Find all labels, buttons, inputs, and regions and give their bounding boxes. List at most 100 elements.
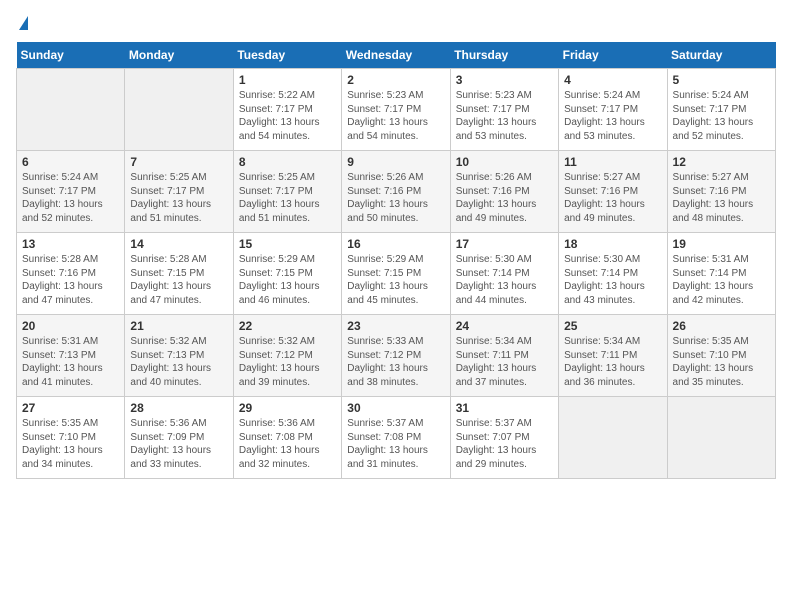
week-row-3: 13 Sunrise: 5:28 AM Sunset: 7:16 PM Dayli… — [17, 233, 776, 315]
day-detail: Sunrise: 5:26 AM Sunset: 7:16 PM Dayligh… — [347, 171, 444, 225]
day-number: 25 — [564, 319, 661, 333]
column-header-friday: Friday — [559, 42, 667, 69]
day-number: 22 — [239, 319, 336, 333]
header-row: SundayMondayTuesdayWednesdayThursdayFrid… — [17, 42, 776, 69]
day-cell: 1 Sunrise: 5:22 AM Sunset: 7:17 PM Daylig… — [233, 69, 341, 151]
day-number: 5 — [673, 73, 770, 87]
day-detail: Sunrise: 5:32 AM Sunset: 7:13 PM Dayligh… — [130, 335, 227, 389]
week-row-4: 20 Sunrise: 5:31 AM Sunset: 7:13 PM Dayli… — [17, 315, 776, 397]
day-cell — [17, 69, 125, 151]
day-number: 23 — [347, 319, 444, 333]
day-cell: 30Sunrise: 5:37 AM Sunset: 7:08 PM Dayli… — [342, 397, 450, 479]
day-detail: Sunrise: 5:23 AM Sunset: 7:17 PM Dayligh… — [456, 89, 553, 143]
day-cell: 26 Sunrise: 5:35 AM Sunset: 7:10 PM Dayli… — [667, 315, 775, 397]
day-cell: 27 Sunrise: 5:35 AM Sunset: 7:10 PM Dayli… — [17, 397, 125, 479]
day-detail: Sunrise: 5:34 AM Sunset: 7:11 PM Dayligh… — [564, 335, 661, 389]
day-cell: 9 Sunrise: 5:26 AM Sunset: 7:16 PM Daylig… — [342, 151, 450, 233]
column-header-thursday: Thursday — [450, 42, 558, 69]
day-number: 31 — [456, 401, 553, 415]
day-number: 20 — [22, 319, 119, 333]
day-detail: Sunrise: 5:28 AM Sunset: 7:16 PM Dayligh… — [22, 253, 119, 307]
day-number: 9 — [347, 155, 444, 169]
day-cell: 14Sunrise: 5:28 AM Sunset: 7:15 PM Dayli… — [125, 233, 233, 315]
day-cell: 23 Sunrise: 5:33 AM Sunset: 7:12 PM Dayli… — [342, 315, 450, 397]
day-cell: 6 Sunrise: 5:24 AM Sunset: 7:17 PM Daylig… — [17, 151, 125, 233]
day-number: 15 — [239, 237, 336, 251]
day-cell: 4 Sunrise: 5:24 AM Sunset: 7:17 PM Daylig… — [559, 69, 667, 151]
day-detail: Sunrise: 5:29 AM Sunset: 7:15 PM Dayligh… — [239, 253, 336, 307]
day-detail: Sunrise: 5:36 AM Sunset: 7:08 PM Dayligh… — [239, 417, 336, 471]
logo — [16, 16, 28, 32]
day-detail: Sunrise: 5:31 AM Sunset: 7:13 PM Dayligh… — [22, 335, 119, 389]
day-detail: Sunrise: 5:23 AM Sunset: 7:17 PM Dayligh… — [347, 89, 444, 143]
day-cell: 7 Sunrise: 5:25 AM Sunset: 7:17 PM Daylig… — [125, 151, 233, 233]
day-number: 4 — [564, 73, 661, 87]
day-detail: Sunrise: 5:25 AM Sunset: 7:17 PM Dayligh… — [239, 171, 336, 225]
day-cell: 28 Sunrise: 5:36 AM Sunset: 7:09 PM Dayli… — [125, 397, 233, 479]
day-detail: Sunrise: 5:34 AM Sunset: 7:11 PM Dayligh… — [456, 335, 553, 389]
day-number: 29 — [239, 401, 336, 415]
day-cell: 13 Sunrise: 5:28 AM Sunset: 7:16 PM Dayli… — [17, 233, 125, 315]
day-number: 18 — [564, 237, 661, 251]
day-number: 7 — [130, 155, 227, 169]
day-detail: Sunrise: 5:26 AM Sunset: 7:16 PM Dayligh… — [456, 171, 553, 225]
day-cell — [667, 397, 775, 479]
day-cell: 12Sunrise: 5:27 AM Sunset: 7:16 PM Dayli… — [667, 151, 775, 233]
day-cell: 22 Sunrise: 5:32 AM Sunset: 7:12 PM Dayli… — [233, 315, 341, 397]
week-row-1: 1 Sunrise: 5:22 AM Sunset: 7:17 PM Daylig… — [17, 69, 776, 151]
day-number: 1 — [239, 73, 336, 87]
day-number: 27 — [22, 401, 119, 415]
day-cell: 10 Sunrise: 5:26 AM Sunset: 7:16 PM Dayli… — [450, 151, 558, 233]
day-detail: Sunrise: 5:30 AM Sunset: 7:14 PM Dayligh… — [564, 253, 661, 307]
day-detail: Sunrise: 5:31 AM Sunset: 7:14 PM Dayligh… — [673, 253, 770, 307]
day-cell: 8 Sunrise: 5:25 AM Sunset: 7:17 PM Daylig… — [233, 151, 341, 233]
day-cell: 20 Sunrise: 5:31 AM Sunset: 7:13 PM Dayli… — [17, 315, 125, 397]
day-number: 10 — [456, 155, 553, 169]
day-detail: Sunrise: 5:24 AM Sunset: 7:17 PM Dayligh… — [22, 171, 119, 225]
day-number: 8 — [239, 155, 336, 169]
day-number: 6 — [22, 155, 119, 169]
day-number: 30 — [347, 401, 444, 415]
day-detail: Sunrise: 5:27 AM Sunset: 7:16 PM Dayligh… — [564, 171, 661, 225]
day-number: 17 — [456, 237, 553, 251]
day-number: 12 — [673, 155, 770, 169]
day-detail: Sunrise: 5:33 AM Sunset: 7:12 PM Dayligh… — [347, 335, 444, 389]
day-detail: Sunrise: 5:24 AM Sunset: 7:17 PM Dayligh… — [673, 89, 770, 143]
day-cell: 18 Sunrise: 5:30 AM Sunset: 7:14 PM Dayli… — [559, 233, 667, 315]
day-cell: 2Sunrise: 5:23 AM Sunset: 7:17 PM Daylig… — [342, 69, 450, 151]
day-detail: Sunrise: 5:24 AM Sunset: 7:17 PM Dayligh… — [564, 89, 661, 143]
week-row-2: 6 Sunrise: 5:24 AM Sunset: 7:17 PM Daylig… — [17, 151, 776, 233]
column-header-sunday: Sunday — [17, 42, 125, 69]
day-cell — [559, 397, 667, 479]
day-detail: Sunrise: 5:35 AM Sunset: 7:10 PM Dayligh… — [22, 417, 119, 471]
day-number: 26 — [673, 319, 770, 333]
day-detail: Sunrise: 5:36 AM Sunset: 7:09 PM Dayligh… — [130, 417, 227, 471]
day-number: 14 — [130, 237, 227, 251]
day-detail: Sunrise: 5:35 AM Sunset: 7:10 PM Dayligh… — [673, 335, 770, 389]
day-cell: 16Sunrise: 5:29 AM Sunset: 7:15 PM Dayli… — [342, 233, 450, 315]
page-header — [16, 16, 776, 32]
day-cell: 21 Sunrise: 5:32 AM Sunset: 7:13 PM Dayli… — [125, 315, 233, 397]
day-number: 13 — [22, 237, 119, 251]
day-cell: 24Sunrise: 5:34 AM Sunset: 7:11 PM Dayli… — [450, 315, 558, 397]
day-number: 21 — [130, 319, 227, 333]
day-detail: Sunrise: 5:29 AM Sunset: 7:15 PM Dayligh… — [347, 253, 444, 307]
day-detail: Sunrise: 5:25 AM Sunset: 7:17 PM Dayligh… — [130, 171, 227, 225]
day-cell: 11Sunrise: 5:27 AM Sunset: 7:16 PM Dayli… — [559, 151, 667, 233]
day-cell: 25 Sunrise: 5:34 AM Sunset: 7:11 PM Dayli… — [559, 315, 667, 397]
day-detail: Sunrise: 5:30 AM Sunset: 7:14 PM Dayligh… — [456, 253, 553, 307]
day-cell: 29 Sunrise: 5:36 AM Sunset: 7:08 PM Dayli… — [233, 397, 341, 479]
column-header-saturday: Saturday — [667, 42, 775, 69]
day-detail: Sunrise: 5:32 AM Sunset: 7:12 PM Dayligh… — [239, 335, 336, 389]
day-detail: Sunrise: 5:22 AM Sunset: 7:17 PM Dayligh… — [239, 89, 336, 143]
week-row-5: 27 Sunrise: 5:35 AM Sunset: 7:10 PM Dayli… — [17, 397, 776, 479]
day-cell: 15 Sunrise: 5:29 AM Sunset: 7:15 PM Dayli… — [233, 233, 341, 315]
day-cell — [125, 69, 233, 151]
day-cell: 3 Sunrise: 5:23 AM Sunset: 7:17 PM Daylig… — [450, 69, 558, 151]
day-number: 19 — [673, 237, 770, 251]
day-detail: Sunrise: 5:37 AM Sunset: 7:07 PM Dayligh… — [456, 417, 553, 471]
day-cell: 17 Sunrise: 5:30 AM Sunset: 7:14 PM Dayli… — [450, 233, 558, 315]
day-number: 28 — [130, 401, 227, 415]
day-number: 3 — [456, 73, 553, 87]
column-header-tuesday: Tuesday — [233, 42, 341, 69]
